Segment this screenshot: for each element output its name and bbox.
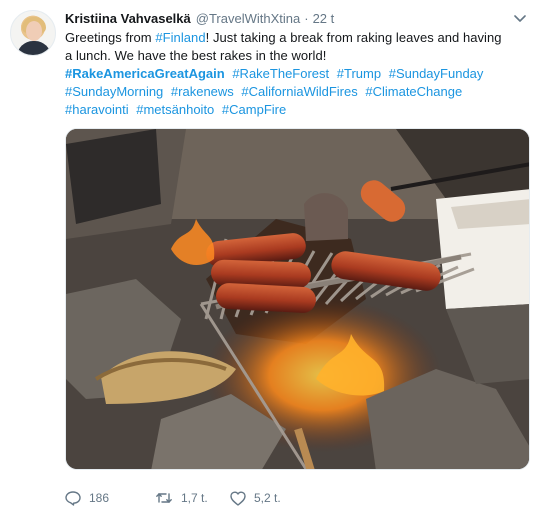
tweet-text: Greetings from #Finland! Just taking a b…	[65, 29, 510, 65]
tweet-actions: 186 1,7 t. 5,2 t.	[65, 488, 310, 508]
avatar-face	[26, 21, 42, 41]
campfire-photo-illustration	[66, 129, 529, 469]
tweet-photo[interactable]	[65, 128, 530, 470]
retweet-button[interactable]: 1,7 t.	[155, 491, 230, 505]
reply-icon	[65, 491, 81, 506]
hashtag-link[interactable]: #haravointi	[65, 102, 129, 117]
hashtag-link[interactable]: #rakenews	[171, 84, 234, 99]
retweet-count: 1,7 t.	[181, 491, 208, 505]
reply-button[interactable]: 186	[65, 490, 155, 506]
hashtag-link[interactable]: #Trump	[337, 66, 381, 81]
avatar[interactable]	[10, 10, 56, 56]
author-name[interactable]: Kristiina Vahvaselkä	[65, 11, 191, 26]
retweet-icon	[156, 493, 172, 503]
hashtag-link[interactable]: #CampFire	[222, 102, 286, 117]
chevron-down-icon[interactable]	[512, 11, 528, 27]
like-button[interactable]: 5,2 t.	[230, 491, 310, 506]
hashtag-list: #RakeAmericaGreatAgain #RakeTheForest #T…	[65, 65, 515, 119]
hashtag-link[interactable]: #RakeAmericaGreatAgain	[65, 66, 225, 81]
hashtag-link[interactable]: #ClimateChange	[365, 84, 462, 99]
hashtag-link[interactable]: #CaliforniaWildFires	[241, 84, 357, 99]
hashtag-link[interactable]: #SundayFunday	[389, 66, 484, 81]
hashtag-link[interactable]: #SundayMorning	[65, 84, 163, 99]
hashtag-link[interactable]: #RakeTheForest	[232, 66, 329, 81]
hashtag-link[interactable]: #metsänhoito	[136, 102, 214, 117]
tweet-text-start: Greetings from	[65, 30, 156, 45]
reply-count: 186	[89, 491, 110, 505]
tweet-card[interactable]: Kristiina Vahvaselkä @TravelWithXtina · …	[0, 0, 540, 515]
timestamp[interactable]: 22 t	[313, 11, 335, 26]
tweet-header: Kristiina Vahvaselkä @TravelWithXtina · …	[65, 9, 334, 27]
author-handle[interactable]: @TravelWithXtina	[196, 11, 300, 26]
heart-icon	[230, 491, 246, 506]
avatar-shoulders	[17, 41, 51, 55]
like-count: 5,2 t.	[254, 491, 281, 505]
timestamp-separator: ·	[304, 10, 309, 26]
hashtag-finland-link[interactable]: #Finland	[155, 30, 205, 45]
